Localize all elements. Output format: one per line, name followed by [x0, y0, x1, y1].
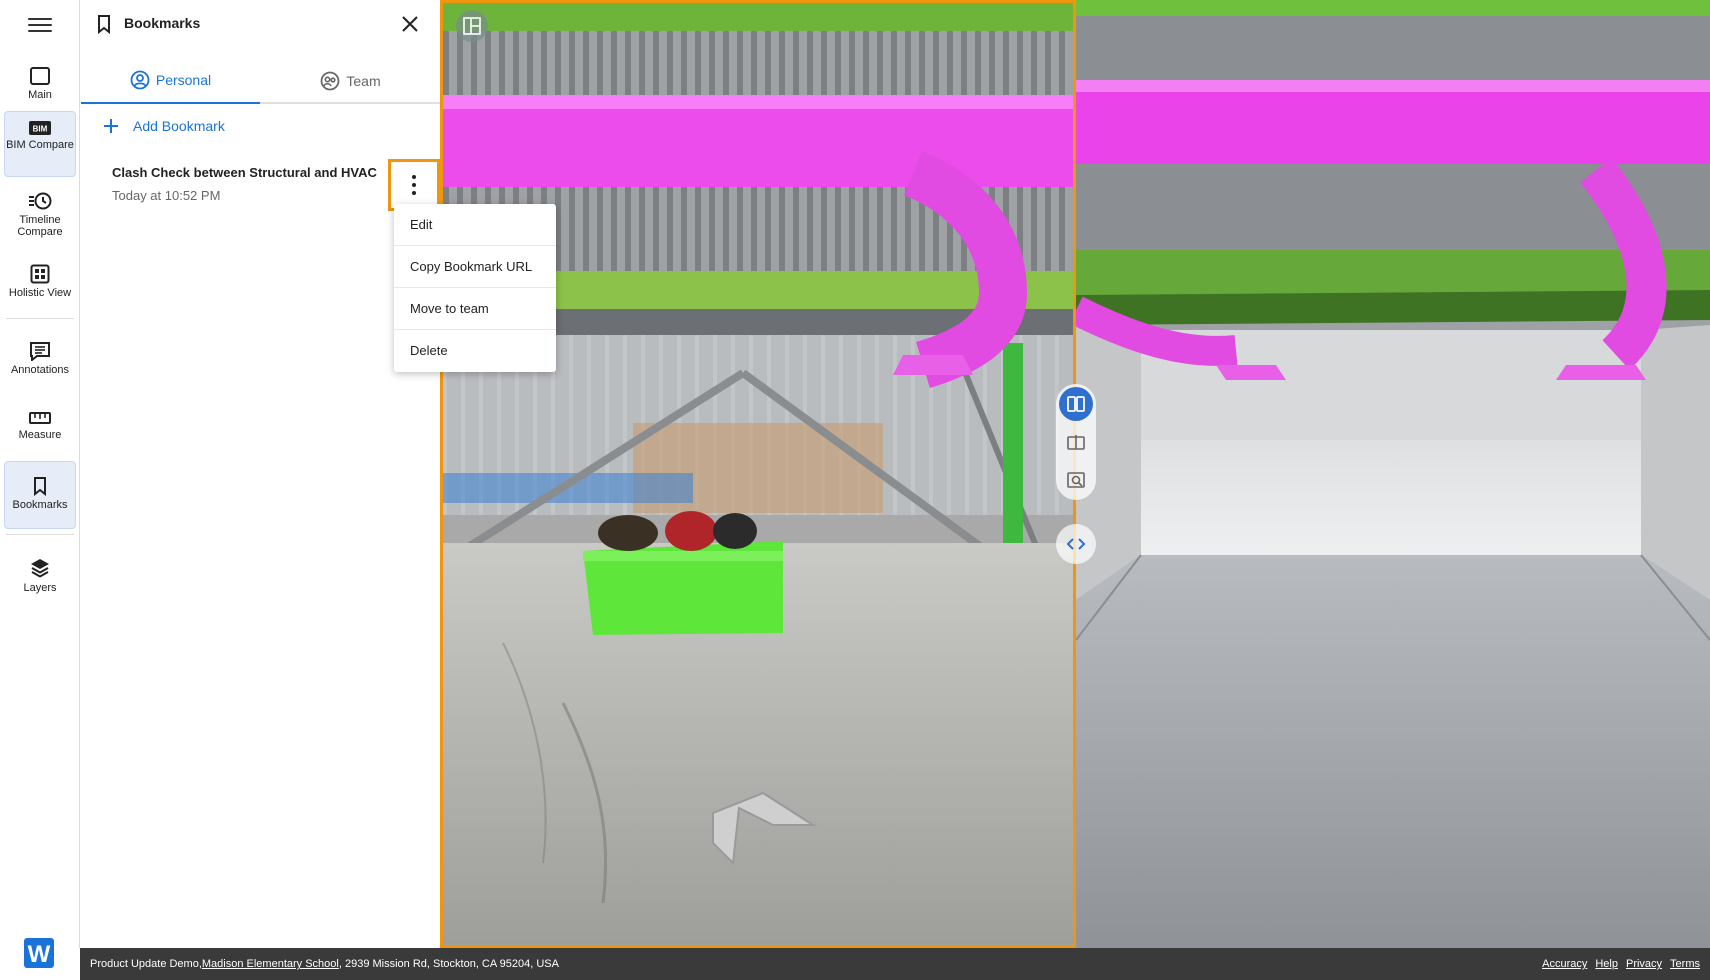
- bookmark-timestamp: Today at 10:52 PM: [112, 188, 221, 203]
- site-address: , 2939 Mission Rd, Stockton, CA 95204, U…: [338, 958, 559, 970]
- menu-item-move-to-team[interactable]: Move to team: [394, 288, 556, 330]
- site-photo-viewer[interactable]: [440, 0, 1076, 948]
- rail-divider: [6, 534, 74, 535]
- layers-icon: [31, 559, 49, 578]
- footer-link-help[interactable]: Help: [1595, 958, 1618, 970]
- split-view-icon: [1067, 396, 1085, 412]
- bookmarks-panel: Bookmarks Personal Team Add Bookmark Cla…: [81, 0, 440, 948]
- rail-item-holistic-view[interactable]: Holistic View: [4, 256, 76, 304]
- menu-item-delete[interactable]: Delete: [394, 330, 556, 372]
- annotation-icon: [30, 342, 50, 361]
- inspect-view-button[interactable]: [1059, 463, 1093, 497]
- clock-icon: [29, 192, 52, 210]
- sync-views-button[interactable]: [1056, 524, 1096, 564]
- more-vert-icon: [412, 173, 416, 197]
- overlay-view-button[interactable]: [1059, 425, 1093, 459]
- add-bookmark-button[interactable]: Add Bookmark: [103, 118, 225, 134]
- tab-label: Team: [346, 73, 381, 89]
- bookmark-tabs: Personal Team: [81, 58, 440, 104]
- overlay-view-icon: [1067, 435, 1085, 450]
- user-circle-icon: [130, 70, 150, 90]
- bookmark-icon: [34, 477, 46, 496]
- tab-team[interactable]: Team: [261, 58, 440, 104]
- square-icon: [30, 67, 50, 85]
- plus-icon: [104, 119, 118, 133]
- menu-item-copy-url[interactable]: Copy Bookmark URL: [394, 246, 556, 288]
- svg-text:BIM: BIM: [33, 125, 48, 134]
- menu-item-edit[interactable]: Edit: [394, 204, 556, 246]
- team-icon: [320, 71, 340, 91]
- rail-item-measure[interactable]: Measure: [4, 402, 76, 448]
- rail-label: Measure: [18, 429, 62, 441]
- rail-label: Bookmarks: [12, 499, 68, 511]
- footer-link-terms[interactable]: Terms: [1670, 958, 1700, 970]
- site-link[interactable]: Madison Elementary School: [202, 958, 339, 970]
- panel-title: Bookmarks: [124, 15, 201, 31]
- site-photo-image: [443, 3, 1073, 945]
- rail-item-timeline-compare[interactable]: Timeline Compare: [4, 183, 76, 241]
- left-nav-rail: Main BIM BIM Compare Timeline Compare Ho…: [0, 0, 80, 948]
- app-logo: W: [24, 938, 54, 968]
- bookmark-icon: [98, 15, 110, 34]
- bookmark-title: Clash Check between Structural and HVAC: [112, 165, 377, 180]
- footer-link-accuracy[interactable]: Accuracy: [1542, 958, 1587, 970]
- add-bookmark-label: Add Bookmark: [133, 118, 225, 134]
- rail-label: Holistic View: [8, 287, 72, 299]
- footer-links: Accuracy Help Privacy Terms: [1542, 958, 1700, 970]
- rail-label: Layers: [23, 582, 57, 594]
- rail-item-layers[interactable]: Layers: [4, 549, 76, 597]
- rail-item-main[interactable]: Main: [4, 58, 76, 102]
- bim-icon: BIM: [29, 121, 51, 135]
- floorplan-icon: [463, 17, 481, 35]
- rail-label: Main: [28, 89, 52, 101]
- footer-link-privacy[interactable]: Privacy: [1626, 958, 1662, 970]
- bookmark-context-menu: Edit Copy Bookmark URL Move to team Dele…: [394, 204, 556, 372]
- svg-text:W: W: [28, 941, 51, 968]
- code-arrows-icon: [1066, 538, 1086, 550]
- rail-label: Timeline Compare: [17, 214, 63, 238]
- rail-label: Annotations: [10, 364, 70, 376]
- inspect-icon: [1067, 472, 1085, 488]
- grid-icon: [30, 264, 50, 284]
- rail-item-bookmarks[interactable]: Bookmarks: [4, 461, 76, 529]
- bim-model-render: [1076, 0, 1710, 948]
- status-footer: Product Update Demo, Madison Elementary …: [80, 948, 1710, 980]
- rail-item-bim-compare[interactable]: BIM BIM Compare: [4, 111, 76, 177]
- rail-divider: [6, 318, 74, 319]
- rail-item-annotations[interactable]: Annotations: [4, 333, 76, 381]
- project-name: Product Update Demo,: [90, 958, 202, 970]
- ruler-icon: [29, 412, 51, 424]
- rail-label: BIM Compare: [6, 139, 74, 151]
- close-icon[interactable]: [399, 13, 421, 35]
- minimap-toggle-button[interactable]: [456, 10, 488, 42]
- panel-header: Bookmarks: [81, 0, 440, 46]
- hamburger-menu-icon[interactable]: [28, 14, 52, 34]
- bim-model-viewer[interactable]: [1076, 0, 1710, 948]
- tab-label: Personal: [155, 72, 212, 88]
- tab-personal[interactable]: Personal: [81, 58, 260, 104]
- bookmark-list-item[interactable]: Clash Check between Structural and HVAC …: [112, 165, 402, 203]
- view-mode-controls: [1056, 384, 1096, 500]
- split-view-button[interactable]: [1059, 387, 1093, 421]
